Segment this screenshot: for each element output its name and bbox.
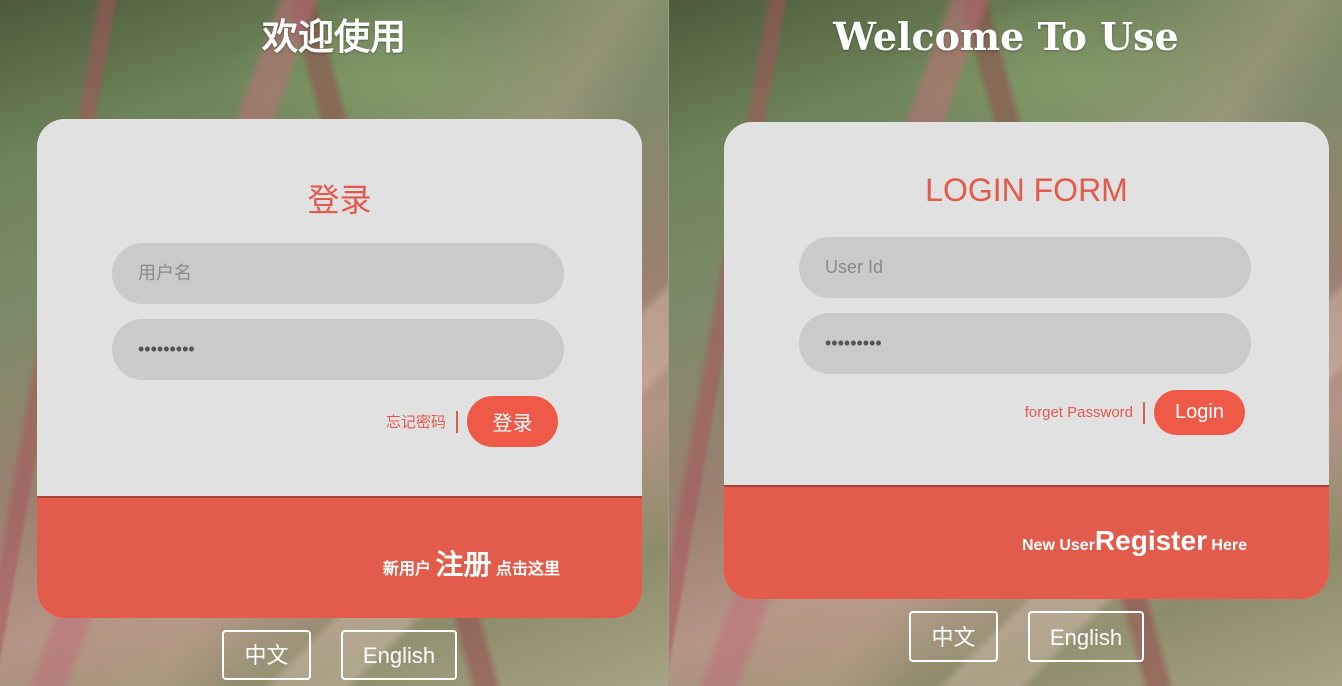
register-prompt: New UserRegister Here (1022, 525, 1247, 557)
login-button[interactable]: Login (1154, 390, 1245, 435)
login-panel-chinese: 欢迎使用 登录 忘记密码 登录 新用户 注册 点击这里 中文 English (0, 0, 668, 686)
register-suffix: Here (1211, 537, 1247, 554)
username-input[interactable] (799, 237, 1251, 298)
forgot-password-link[interactable]: forget Password (1025, 404, 1133, 421)
login-form: LOGIN FORM forget Password Login (724, 122, 1329, 485)
form-actions: forget Password Login (1025, 390, 1245, 435)
login-card: 登录 忘记密码 登录 新用户 注册 点击这里 (37, 119, 642, 618)
forgot-password-link[interactable]: 忘记密码 (386, 411, 446, 432)
login-panel-english: Welcome To Use LOGIN FORM forget Passwor… (668, 0, 1342, 686)
language-chinese-button[interactable]: 中文 (909, 611, 998, 662)
login-card: LOGIN FORM forget Password Login New Use… (724, 122, 1329, 599)
username-input[interactable] (112, 243, 564, 304)
form-actions: 忘记密码 登录 (386, 396, 558, 447)
register-link[interactable]: 注册 (436, 549, 492, 580)
separator (1143, 401, 1145, 424)
language-english-button[interactable]: English (1028, 611, 1144, 662)
register-suffix: 点击这里 (495, 561, 560, 578)
register-footer: 新用户 注册 点击这里 (37, 498, 642, 618)
form-title: LOGIN FORM (925, 172, 1128, 208)
register-prefix: 新用户 (383, 561, 432, 578)
login-form: 登录 忘记密码 登录 (37, 119, 642, 496)
register-footer: New UserRegister Here (724, 487, 1329, 599)
language-english-button[interactable]: English (341, 630, 457, 680)
welcome-title: 欢迎使用 (261, 16, 406, 58)
password-input[interactable] (112, 319, 564, 380)
register-link[interactable]: Register (1095, 525, 1207, 556)
form-title: 登录 (307, 182, 372, 218)
login-button[interactable]: 登录 (467, 396, 558, 447)
register-prefix: New User (1022, 537, 1095, 554)
register-prompt: 新用户 注册 点击这里 (383, 543, 560, 583)
password-input[interactable] (799, 313, 1251, 374)
welcome-title: Welcome To Use (833, 14, 1179, 59)
separator (456, 410, 458, 433)
language-chinese-button[interactable]: 中文 (222, 630, 311, 680)
